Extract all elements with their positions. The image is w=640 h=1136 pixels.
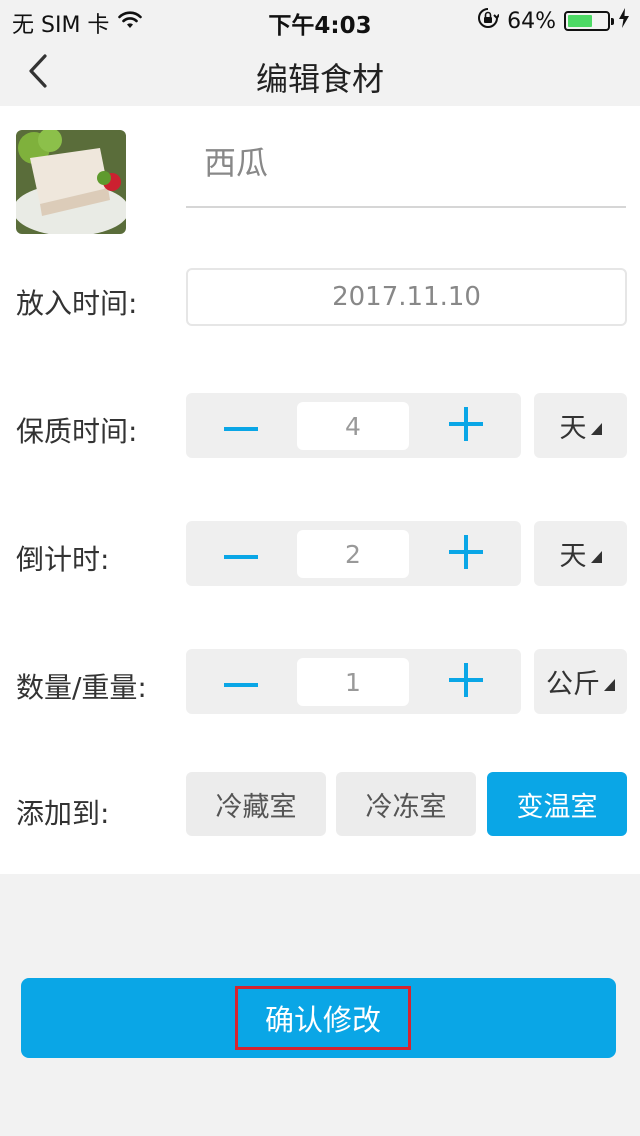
quantity-unit-select[interactable]: 公斤 xyxy=(534,649,627,714)
minus-icon xyxy=(224,544,258,563)
confirm-button-label: 确认修改 xyxy=(235,986,411,1050)
orientation-lock-icon xyxy=(477,7,500,35)
battery-icon xyxy=(564,11,614,31)
shelf-life-unit: 天 xyxy=(559,413,587,444)
quantity-unit: 公斤 xyxy=(546,669,600,700)
dropdown-caret-icon xyxy=(590,550,602,563)
quantity-plus-button[interactable] xyxy=(411,649,521,714)
battery-percent: 64% xyxy=(507,8,556,34)
plus-icon xyxy=(449,662,483,701)
countdown-unit: 天 xyxy=(559,541,587,572)
shelf-life-plus-button[interactable] xyxy=(411,393,521,458)
minus-icon xyxy=(224,672,258,691)
countdown-label: 倒计时: xyxy=(16,543,110,576)
shelf-life-unit-select[interactable]: 天 xyxy=(534,393,627,458)
countdown-unit-select[interactable]: 天 xyxy=(534,521,627,586)
charging-icon xyxy=(618,8,630,34)
location-freezer-button[interactable]: 冷冻室 xyxy=(336,772,476,836)
shelf-life-value[interactable]: 4 xyxy=(297,402,409,450)
countdown-minus-button[interactable] xyxy=(186,521,296,586)
status-bar: 无 SIM 卡 下午4:03 64% xyxy=(0,0,640,40)
shelf-life-stepper: 4 xyxy=(186,393,521,458)
quantity-value[interactable]: 1 xyxy=(297,658,409,706)
quantity-stepper: 1 xyxy=(186,649,521,714)
location-refrigerator-button[interactable]: 冷藏室 xyxy=(186,772,326,836)
battery-fill xyxy=(568,15,593,27)
plus-icon xyxy=(449,406,483,445)
nav-bar: 编辑食材 xyxy=(0,40,640,106)
food-image[interactable] xyxy=(16,130,126,234)
confirm-button[interactable]: 确认修改 xyxy=(21,978,616,1058)
countdown-stepper: 2 xyxy=(186,521,521,586)
shelf-life-minus-button[interactable] xyxy=(186,393,296,458)
put-in-time-label: 放入时间: xyxy=(16,287,138,320)
food-name-field[interactable]: 西瓜 xyxy=(186,130,626,208)
plus-icon xyxy=(449,534,483,573)
countdown-plus-button[interactable] xyxy=(411,521,521,586)
put-in-date-field[interactable]: 2017.11.10 xyxy=(186,268,627,326)
quantity-minus-button[interactable] xyxy=(186,649,296,714)
shelf-life-label: 保质时间: xyxy=(16,415,138,448)
minus-icon xyxy=(224,416,258,435)
dropdown-caret-icon xyxy=(590,422,602,435)
status-right: 64% xyxy=(477,7,630,35)
dropdown-caret-icon xyxy=(604,678,615,691)
add-to-label: 添加到: xyxy=(16,797,110,830)
page-title: 编辑食材 xyxy=(255,60,384,98)
countdown-value[interactable]: 2 xyxy=(297,530,409,578)
quantity-label: 数量/重量: xyxy=(16,671,147,704)
put-in-date-value: 2017.11.10 xyxy=(332,282,481,312)
location-variable-temp-button[interactable]: 变温室 xyxy=(487,772,627,836)
